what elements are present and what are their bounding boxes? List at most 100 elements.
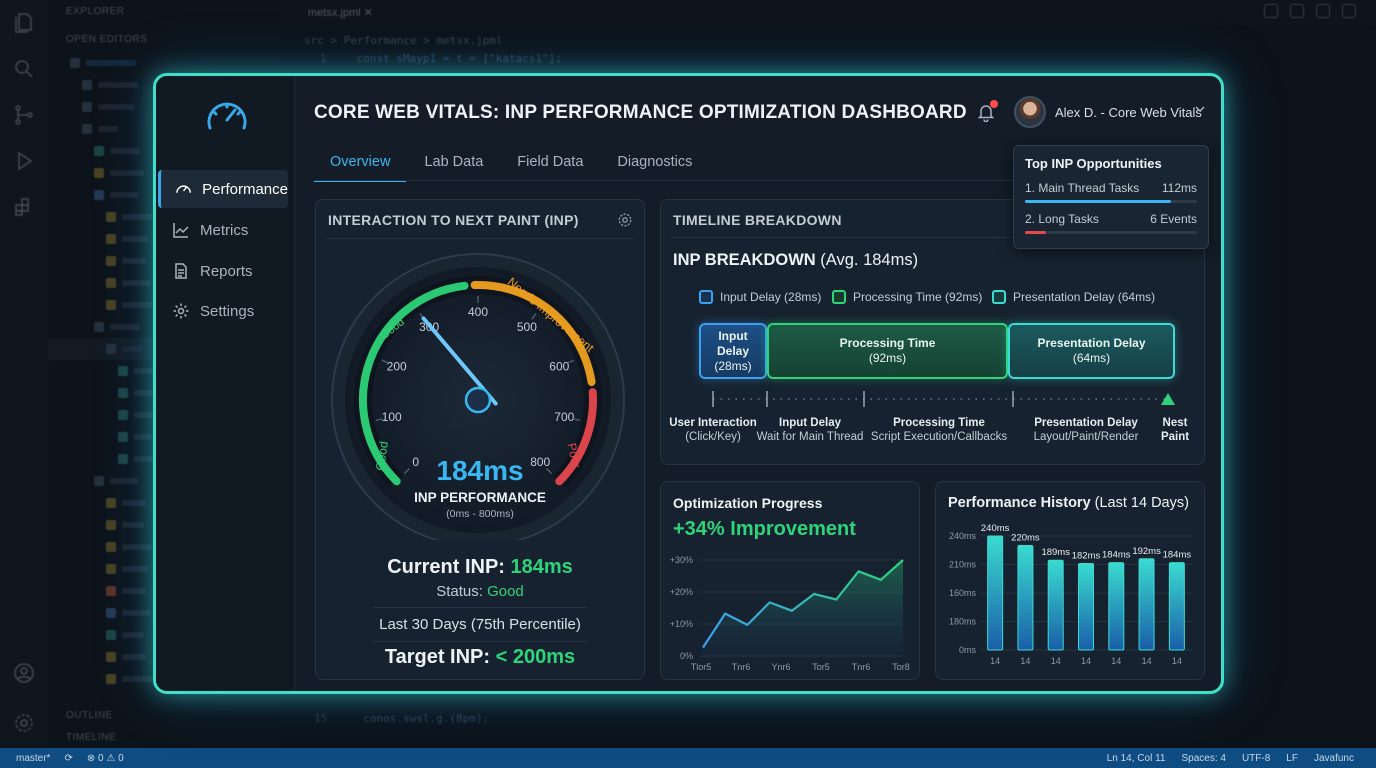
activity-bar [0,0,48,748]
breakdown-segment[interactable]: Input Delay (28ms) [699,323,767,379]
sidebar-item-reports[interactable]: Reports [158,252,288,290]
avatar[interactable] [1014,96,1046,128]
opportunities-title: Top INP Opportunities [1025,156,1162,171]
code-line: 15 conos.swsl.g.(8pm); [314,712,490,725]
tree-row[interactable] [48,52,280,74]
opportunity-row[interactable]: 1. Main Thread Tasks 112ms [1025,181,1197,195]
extensions-icon[interactable] [0,184,48,230]
gauge-hub [464,386,492,414]
history-x-tick-label: 14 [1081,656,1091,666]
language-mode[interactable]: Javafunc [1314,753,1354,764]
history-bar [1078,563,1094,651]
breakdown-segment[interactable]: Processing Time (92ms) [767,323,1008,379]
progress-card: Optimization Progress +34% Improvement +… [660,481,920,680]
breakdown-segment[interactable]: Presentation Delay (64ms) [1008,323,1175,379]
history-bar-label: 240ms [981,523,1010,534]
card-divider [671,237,1011,238]
chart-line-icon [173,223,189,238]
sync-icon[interactable]: ⟳ [64,753,72,764]
progress-y-tick-label: +10% [670,619,693,629]
milestone-subtitle: Script Execution/Callbacks [870,431,1008,443]
opportunity-bar-fill [1025,200,1172,203]
history-bar-label: 182ms [1072,551,1101,562]
inp-card: INTERACTION TO NEXT PAINT (INP) 01002003… [315,199,645,680]
editor-tab-active[interactable]: metsx.jpml ✕ [296,0,385,26]
close-icon[interactable]: ✕ [364,7,373,19]
toggle-panel-icon[interactable] [1290,4,1304,18]
layout-icon[interactable] [1316,4,1330,18]
card-title: TIMELINE BREAKDOWN [673,212,842,228]
milestone-title: Processing Time [893,417,985,429]
encoding[interactable]: UTF-8 [1242,753,1270,764]
tab-overview[interactable]: Overview [314,146,407,182]
history-x-tick-label: 14 [1020,656,1030,666]
target-inp: Target INP: < 200ms [316,646,644,669]
user-name[interactable]: Alex D. - Core Web Vitals [1055,105,1202,120]
history-x-tick-label: 14 [1142,656,1152,666]
history-y-tick-label: 160ms [949,588,977,598]
chevron-down-icon[interactable] [1193,102,1207,116]
dashboard-sidebar: Performance Metrics Reports Settings [156,76,295,691]
timeline-milestone: Input Delay Wait for Main Thread [735,416,885,444]
search-icon[interactable] [0,46,48,92]
card-divider [373,607,587,608]
gauge-tick-label: 100 [382,410,402,424]
top-opportunities-panel: Top INP Opportunities 1. Main Thread Tas… [1013,145,1209,249]
legend-input-delay: Input Delay (28ms) [699,290,821,304]
run-debug-icon[interactable] [0,138,48,184]
tab-diagnostics[interactable]: Diagnostics [601,146,708,182]
explorer-header: EXPLORER [66,6,125,17]
manage-gear-icon[interactable] [0,700,48,746]
sidebar-item-settings[interactable]: Settings [158,292,288,330]
milestone-subtitle: (Click/Key) [685,431,741,443]
current-inp-label: Current INP: [387,556,511,578]
cursor-position[interactable]: Ln 14, Col 11 [1107,753,1166,764]
history-bar-label: 184ms [1163,550,1192,561]
errors-count[interactable]: ⊗ 0 ⚠ 0 [87,753,124,764]
legend-swatch [992,290,1006,304]
progress-y-tick-label: +30% [670,555,693,565]
more-icon[interactable] [1342,4,1356,18]
files-icon[interactable] [0,0,48,46]
tab-field-data[interactable]: Field Data [501,146,599,182]
indent-setting[interactable]: Spaces: 4 [1181,753,1225,764]
current-inp-value: 184ms [510,556,573,578]
status-bar: master* ⟳ ⊗ 0 ⚠ 0 Ln 14, Col 11 Spaces: … [0,748,1376,768]
history-x-tick-label: 14 [1172,656,1182,666]
target-inp-value: < 200ms [495,646,576,668]
gauge-tick-label: 600 [549,359,569,373]
card-divider [373,641,587,642]
gauge-tick-label: 400 [468,305,488,319]
sidebar-item-label: Settings [200,302,255,320]
opportunity-bar [1025,200,1197,203]
status-badge: Good [487,583,524,600]
history-bar-label: 220ms [1011,533,1040,544]
opportunity-row[interactable]: 2. Long Tasks 6 Events [1025,212,1197,226]
branch-label[interactable]: master* [16,753,50,764]
progress-x-tick-label: Tor8 [892,662,910,672]
progress-x-tick-label: Tlor5 [691,662,712,672]
sidebar-item-label: Performance [202,180,288,198]
account-icon[interactable] [0,650,48,696]
open-editors-header[interactable]: OPEN EDITORS [48,26,280,52]
gauge-label: INP PERFORMANCE [414,490,546,505]
legend-presentation-delay: Presentation Delay (64ms) [992,290,1155,304]
breadcrumb: src > Performance > metsx.jpml [304,34,503,47]
progress-x-tick-label: Tnr6 [852,662,871,672]
line-ending[interactable]: LF [1286,753,1298,764]
sidebar-item-performance[interactable]: Performance [158,170,288,208]
gauge-tick-label: 700 [554,410,574,424]
opportunity-bar-fill [1025,231,1046,234]
history-bar [1108,562,1125,651]
history-card: Performance History (Last 14 Days) 240ms… [935,481,1205,680]
sidebar-item-metrics[interactable]: Metrics [158,211,288,249]
progress-y-tick-label: 0% [680,651,693,661]
milestone-title: Input Delay [779,417,841,429]
split-editor-icon[interactable] [1264,4,1278,18]
gauge-tick-label: 500 [517,320,537,334]
history-x-tick-label: 14 [1051,656,1061,666]
legend-swatch [699,290,713,304]
history-bar-label: 192ms [1132,546,1161,557]
source-control-icon[interactable] [0,92,48,138]
tab-lab-data[interactable]: Lab Data [408,146,499,182]
